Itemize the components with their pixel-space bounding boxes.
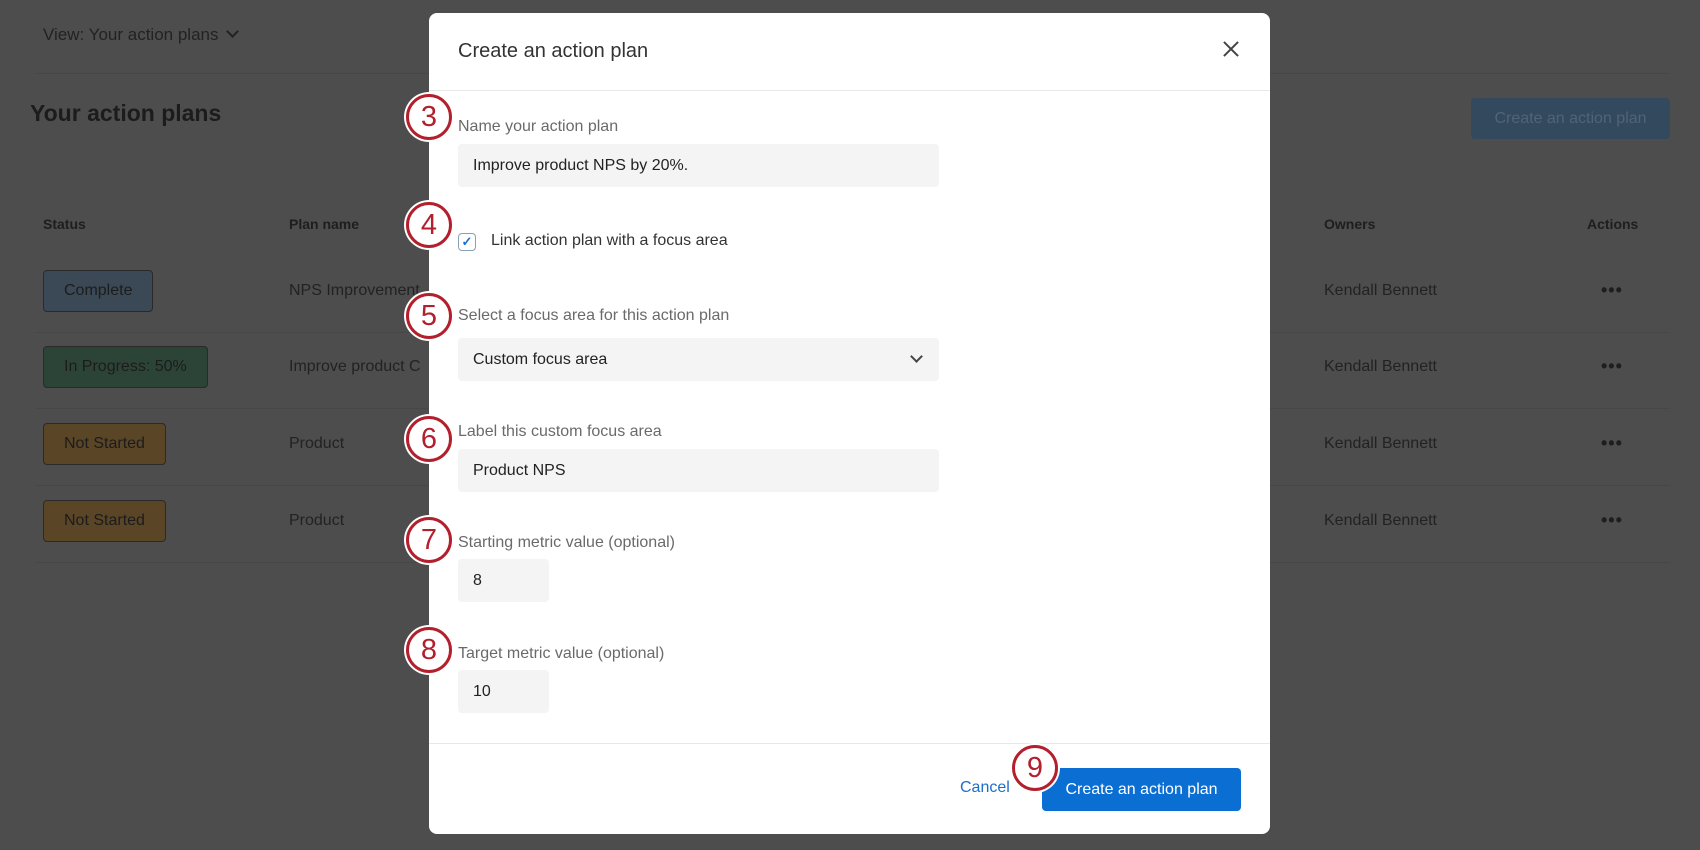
cancel-button[interactable]: Cancel [960, 779, 1010, 797]
step-marker-6: 6 [406, 416, 452, 462]
focus-area-label: Select a focus area for this action plan [458, 307, 730, 324]
column-plan-name: Plan name [289, 216, 360, 232]
header-divider [429, 90, 1270, 91]
more-actions-icon[interactable]: ••• [1601, 433, 1623, 454]
name-label: Name your action plan [458, 118, 619, 135]
chevron-down-icon [910, 350, 923, 363]
owner-cell: Kendall Bennett [1324, 512, 1437, 529]
column-actions: Actions [1587, 216, 1639, 232]
step-marker-7: 7 [406, 517, 452, 563]
plan-name-cell[interactable]: Improve product C [289, 358, 421, 376]
status-badge: Not Started [43, 423, 166, 465]
target-metric-label: Target metric value (optional) [458, 645, 665, 662]
create-action-plan-button[interactable]: Create an action plan [1042, 768, 1241, 811]
status-badge: Not Started [43, 500, 166, 542]
more-actions-icon[interactable]: ••• [1601, 510, 1623, 531]
step-marker-4: 4 [406, 202, 452, 248]
chevron-down-icon [226, 25, 240, 38]
checkmark-icon: ✓ [461, 234, 473, 249]
more-actions-icon[interactable]: ••• [1601, 356, 1623, 377]
view-label: View: Your action plans [43, 25, 219, 44]
view-selector[interactable]: View: Your action plans [43, 25, 240, 45]
step-marker-8: 8 [406, 627, 452, 673]
step-marker-3: 3 [406, 94, 452, 140]
owner-cell: Kendall Bennett [1324, 435, 1437, 452]
status-badge: Complete [43, 270, 154, 312]
plan-name-input[interactable]: Improve product NPS by 20%. [458, 144, 939, 187]
plan-name-cell[interactable]: Product [289, 512, 344, 530]
target-metric-input[interactable]: 10 [458, 670, 549, 713]
column-owners: Owners [1324, 216, 1376, 232]
owner-cell: Kendall Bennett [1324, 358, 1437, 375]
starting-metric-input[interactable]: 8 [458, 559, 549, 602]
custom-focus-label: Label this custom focus area [458, 423, 662, 440]
plan-name-cell[interactable]: NPS Improvement [289, 282, 420, 300]
step-marker-5: 5 [406, 293, 452, 339]
starting-metric-label: Starting metric value (optional) [458, 534, 675, 551]
close-icon[interactable] [1219, 37, 1243, 61]
focus-area-select[interactable]: Custom focus area [458, 338, 939, 381]
step-marker-9: 9 [1012, 745, 1058, 791]
create-action-plan-button-bg[interactable]: Create an action plan [1471, 98, 1670, 139]
status-badge: In Progress: 50% [43, 346, 208, 388]
plan-name-cell[interactable]: Product [289, 435, 344, 453]
focus-area-value: Custom focus area [473, 350, 608, 368]
page-title: Your action plans [30, 100, 222, 126]
custom-focus-input[interactable]: Product NPS [458, 449, 939, 492]
column-status: Status [43, 216, 86, 232]
owner-cell: Kendall Bennett [1324, 282, 1437, 299]
more-actions-icon[interactable]: ••• [1601, 280, 1623, 301]
footer-divider [429, 743, 1270, 744]
link-focus-area-checkbox[interactable]: ✓ [458, 233, 476, 251]
create-action-plan-dialog: Create an action plan Name your action p… [429, 13, 1270, 834]
dialog-title: Create an action plan [458, 40, 649, 62]
link-focus-area-label: Link action plan with a focus area [491, 232, 728, 249]
